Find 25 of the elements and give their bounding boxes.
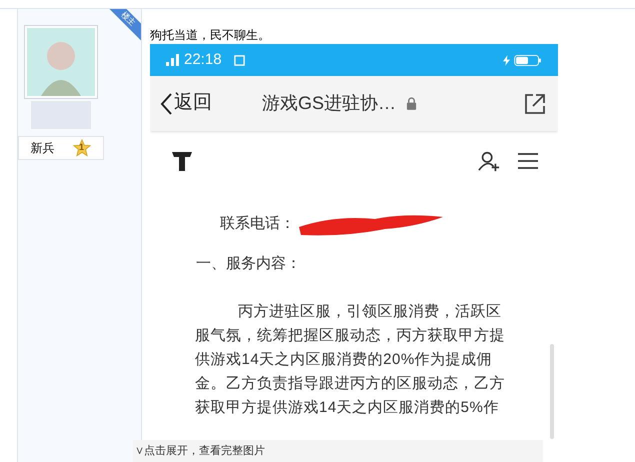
- back-button[interactable]: 返回: [160, 89, 212, 118]
- paragraph-line: 金。乙方负责指导跟进丙方的区服动态，乙方: [195, 374, 506, 394]
- contact-label: 联系电话：: [220, 214, 295, 234]
- battery-icon: [514, 54, 542, 66]
- post-text: 狗托当道，民不聊生。: [150, 27, 271, 43]
- expand-link[interactable]: ∨点击展开，查看完整图片: [133, 440, 543, 462]
- status-time: 22:18: [184, 50, 222, 70]
- signal-icon: [166, 54, 180, 66]
- chevron-left-icon: [160, 92, 172, 114]
- charging-icon: [503, 54, 510, 66]
- rank-star: 1: [72, 139, 90, 157]
- rank-label: 新兵: [30, 140, 54, 157]
- avatar: [26, 28, 94, 96]
- menu-icon[interactable]: [518, 152, 538, 170]
- paragraph-line: 服气氛，统筹把握区服动态，丙方获取甲方提: [195, 326, 506, 346]
- open-external-icon[interactable]: [524, 92, 546, 114]
- paragraph-line: 供游戏14天之内区服消费的20%作为提成佣: [195, 350, 494, 370]
- lock-icon: [406, 97, 418, 110]
- page-title: 游戏GS进驻协…: [262, 92, 396, 115]
- author-badge: 楼主: [109, 9, 141, 41]
- paragraph-line: 获取甲方提供游戏14天之内区服消费的5%作: [195, 398, 500, 418]
- app-logo: [170, 149, 194, 173]
- section-heading: 一、服务内容：: [195, 254, 302, 274]
- add-person-icon[interactable]: [478, 150, 500, 172]
- paragraph-line: 丙方进驻区服，引领区服消费，活跃区: [237, 302, 502, 322]
